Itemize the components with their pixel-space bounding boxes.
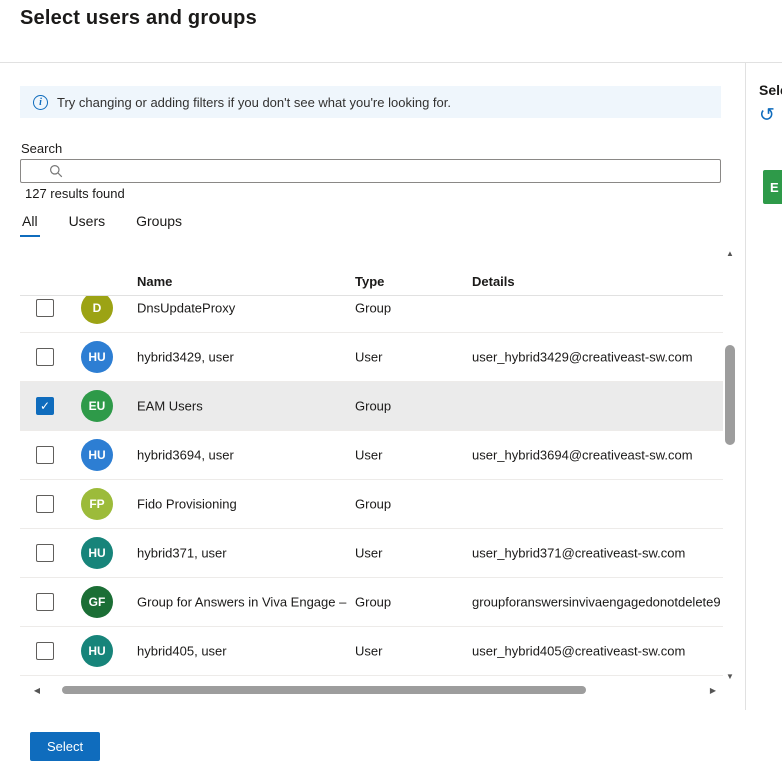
avatar: D bbox=[81, 296, 113, 324]
row-details: user_hybrid3429@creativeast-sw.com bbox=[472, 350, 723, 365]
row-name: hybrid405, user bbox=[137, 644, 350, 659]
row-type: Group bbox=[355, 301, 465, 316]
avatar: HU bbox=[81, 537, 113, 569]
row-details: user_hybrid405@creativeast-sw.com bbox=[472, 644, 723, 659]
table-row[interactable]: D DnsUpdateProxy Group bbox=[20, 296, 723, 333]
avatar: FP bbox=[81, 488, 113, 520]
title-divider bbox=[0, 62, 782, 63]
results-count: 127 results found bbox=[25, 186, 125, 201]
horizontal-scroll-thumb[interactable] bbox=[62, 686, 586, 694]
horizontal-scrollbar[interactable]: ◀ ▶ bbox=[30, 683, 720, 697]
selected-item-avatar: E bbox=[763, 170, 782, 204]
avatar: GF bbox=[81, 586, 113, 618]
table-header: Name Type Details bbox=[20, 246, 723, 296]
results-table: Name Type Details D DnsUpdateProxy Group… bbox=[20, 246, 737, 697]
column-header-type: Type bbox=[355, 274, 384, 289]
row-name: EAM Users bbox=[137, 399, 350, 414]
row-type: User bbox=[355, 644, 465, 659]
row-type: Group bbox=[355, 497, 465, 512]
row-checkbox[interactable] bbox=[36, 642, 54, 660]
select-button[interactable]: Select bbox=[30, 732, 100, 761]
row-name: hybrid3429, user bbox=[137, 350, 350, 365]
table-row[interactable]: HU hybrid3429, user User user_hybrid3429… bbox=[20, 333, 723, 382]
row-name: Group for Answers in Viva Engage – bbox=[137, 595, 350, 610]
avatar: HU bbox=[81, 341, 113, 373]
search-label: Search bbox=[21, 141, 62, 156]
row-checkbox[interactable] bbox=[36, 446, 54, 464]
banner-text: Try changing or adding filters if you do… bbox=[57, 95, 451, 110]
row-name: Fido Provisioning bbox=[137, 497, 350, 512]
scroll-down-icon[interactable]: ▼ bbox=[723, 669, 737, 683]
info-icon: i bbox=[33, 95, 48, 110]
table-row[interactable]: GF Group for Answers in Viva Engage – Gr… bbox=[20, 578, 723, 627]
row-checkbox[interactable] bbox=[36, 544, 54, 562]
row-type: User bbox=[355, 546, 465, 561]
tab-users[interactable]: Users bbox=[67, 211, 108, 237]
row-type: User bbox=[355, 448, 465, 463]
column-header-name: Name bbox=[137, 274, 172, 289]
row-checkbox[interactable] bbox=[36, 348, 54, 366]
row-details: groupforanswersinvivaengagedonotdelete9 bbox=[472, 595, 723, 610]
tabs: All Users Groups bbox=[20, 211, 184, 237]
scroll-right-icon[interactable]: ▶ bbox=[706, 683, 720, 697]
table-body-clip: D DnsUpdateProxy Group HU hybrid3429, us… bbox=[20, 296, 723, 682]
row-checkbox[interactable] bbox=[36, 495, 54, 513]
table-row[interactable]: HU hybrid371, user User user_hybrid371@c… bbox=[20, 529, 723, 578]
row-name: hybrid371, user bbox=[137, 546, 350, 561]
row-type: User bbox=[355, 350, 465, 365]
search-icon bbox=[49, 164, 63, 178]
avatar: EU bbox=[81, 390, 113, 422]
selected-items-title: Sele bbox=[759, 82, 782, 98]
row-checkbox[interactable]: ✓ bbox=[36, 397, 54, 415]
vertical-scrollbar[interactable]: ▲ ▼ bbox=[723, 246, 737, 683]
column-header-details: Details bbox=[472, 274, 515, 289]
avatar: HU bbox=[81, 635, 113, 667]
row-name: hybrid3694, user bbox=[137, 448, 350, 463]
scroll-left-icon[interactable]: ◀ bbox=[30, 683, 44, 697]
tab-groups[interactable]: Groups bbox=[134, 211, 184, 237]
search-input[interactable] bbox=[63, 160, 720, 182]
table-row[interactable]: FP Fido Provisioning Group bbox=[20, 480, 723, 529]
tab-all[interactable]: All bbox=[20, 211, 40, 237]
table-row[interactable]: HU hybrid405, user User user_hybrid405@c… bbox=[20, 627, 723, 676]
row-type: Group bbox=[355, 595, 465, 610]
row-type: Group bbox=[355, 399, 465, 414]
search-box[interactable] bbox=[20, 159, 721, 183]
row-checkbox[interactable] bbox=[36, 593, 54, 611]
table-row[interactable]: HU hybrid3694, user User user_hybrid3694… bbox=[20, 431, 723, 480]
scroll-up-icon[interactable]: ▲ bbox=[723, 246, 737, 260]
row-checkbox[interactable] bbox=[36, 299, 54, 317]
table-row[interactable]: ✓ EU EAM Users Group bbox=[20, 382, 723, 431]
table-body: D DnsUpdateProxy Group HU hybrid3429, us… bbox=[20, 296, 723, 676]
vertical-scroll-thumb[interactable] bbox=[725, 345, 735, 445]
panel-divider bbox=[745, 62, 746, 710]
page-title: Select users and groups bbox=[20, 7, 257, 30]
row-details: user_hybrid3694@creativeast-sw.com bbox=[472, 448, 723, 463]
undo-icon[interactable]: ↺ bbox=[759, 106, 775, 125]
row-details: user_hybrid371@creativeast-sw.com bbox=[472, 546, 723, 561]
info-banner: i Try changing or adding filters if you … bbox=[20, 86, 721, 118]
avatar: HU bbox=[81, 439, 113, 471]
row-name: DnsUpdateProxy bbox=[137, 301, 350, 316]
